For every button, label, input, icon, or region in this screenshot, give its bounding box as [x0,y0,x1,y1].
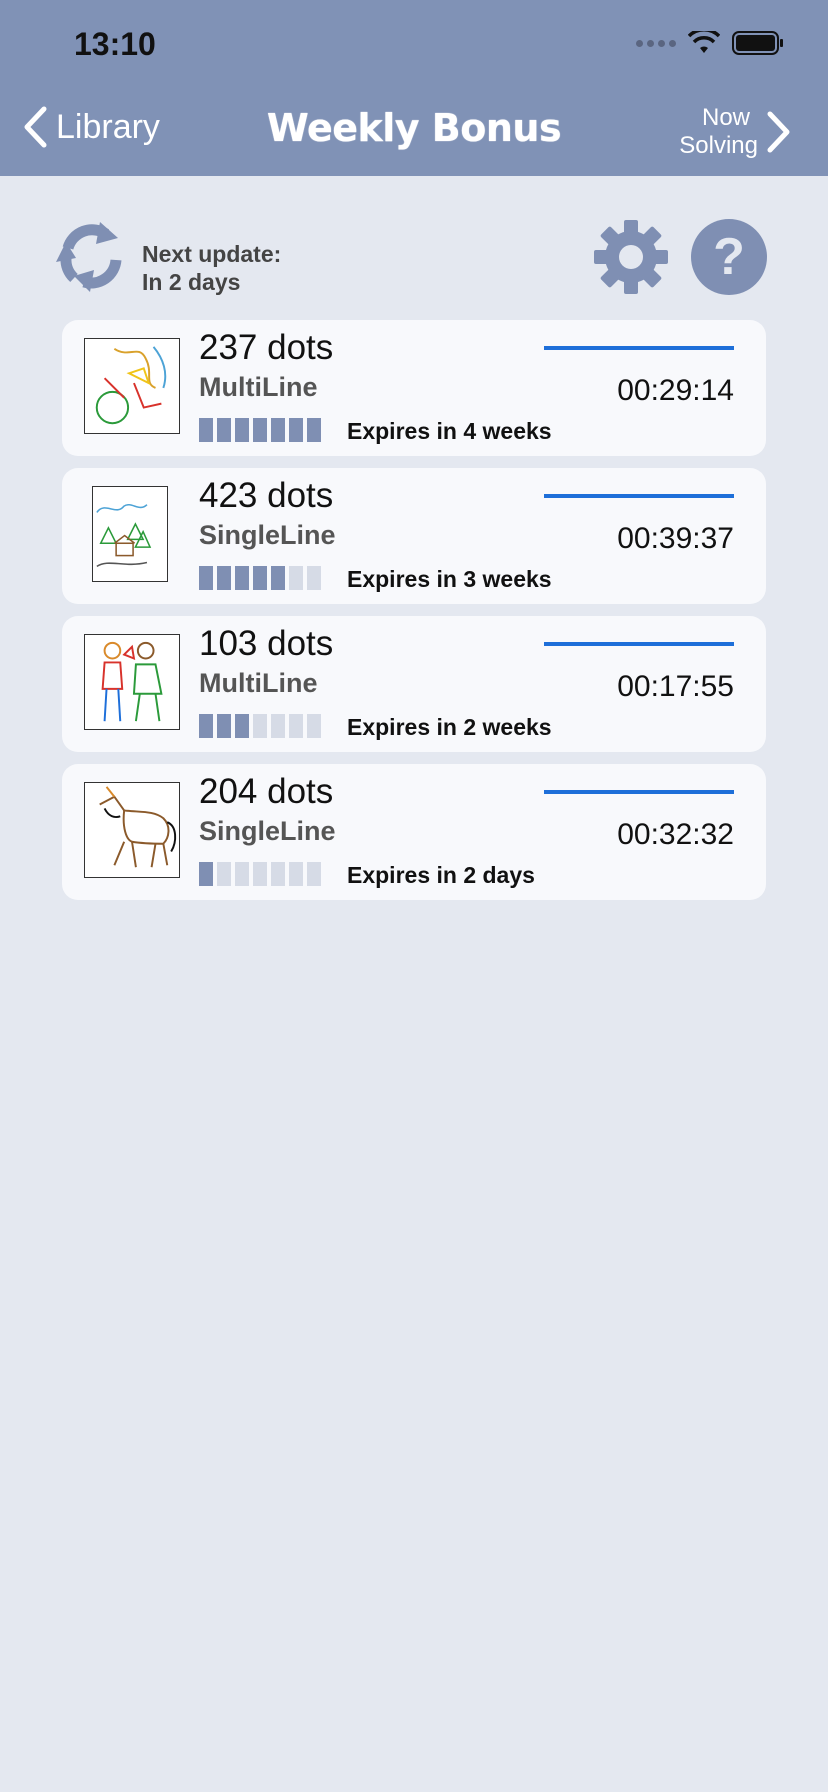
expiry-segment [235,418,249,442]
puzzle-card[interactable]: 204 dots SingleLine 00:32:32 Expires in … [62,764,766,900]
expires-text: Expires in 3 weeks [347,566,552,592]
expires-text: Expires in 4 weeks [347,418,552,444]
solve-time: 00:32:32 [617,818,734,851]
toolbar: Next update: In 2 days ? [54,218,768,296]
next-update-value: In 2 days [142,269,241,295]
status-time: 13:10 [74,26,156,62]
expiry-meter [199,714,321,738]
expiry-segment [199,566,213,590]
wifi-icon [688,31,720,53]
help-icon[interactable]: ? [690,218,768,296]
puzzle-mode: SingleLine [199,520,336,550]
expiry-segment [199,862,213,886]
puzzle-card[interactable]: 237 dots MultiLine 00:29:14 Expires in 4… [62,320,766,456]
solve-time: 00:17:55 [617,670,734,703]
expiry-meter [199,418,321,442]
expiry-segment [199,418,213,442]
puzzle-thumbnail [84,782,180,878]
expiry-segment [289,566,303,590]
expiry-segment [235,566,249,590]
expiry-segment [271,418,285,442]
expiry-segment [307,418,321,442]
expiry-segment [235,862,249,886]
expires-text: Expires in 2 days [347,862,535,888]
now-solving-line1: Now [701,104,750,131]
solve-time: 00:39:37 [617,522,734,555]
expiry-segment [289,418,303,442]
dot-count: 204 dots [199,772,334,811]
expiry-segment [289,862,303,886]
puzzle-card[interactable]: 423 dots SingleLine 00:39:37 Expires in … [62,468,766,604]
chevron-right-icon [767,111,790,153]
expiry-segment [253,418,267,442]
next-update-text: Next update: In 2 days [142,240,281,296]
expiry-segment [253,714,267,738]
expiry-segment [253,566,267,590]
next-update-label: Next update: [142,241,282,267]
status-icons [636,30,784,56]
puzzle-thumbnail [84,634,180,730]
progress-line [544,790,734,794]
puzzle-mode: MultiLine [199,668,318,698]
puzzle-mode: SingleLine [199,816,336,846]
expiry-segment [217,714,231,738]
nav-bar: 13:10 Library Weekly Bonus Now Solving [0,0,828,176]
expiry-segment [307,862,321,886]
svg-text:?: ? [713,228,745,286]
dot-count: 423 dots [199,476,334,515]
expiry-segment [217,566,231,590]
puzzle-thumbnail [92,486,168,582]
solve-time: 00:29:14 [617,374,734,407]
now-solving-button[interactable]: Now Solving [679,104,792,160]
expiry-segment [307,566,321,590]
puzzle-card[interactable]: 103 dots MultiLine 00:17:55 Expires in 2… [62,616,766,752]
expiry-segment [271,862,285,886]
dot-count: 103 dots [199,624,334,663]
expiry-segment [235,714,249,738]
expiry-segment [307,714,321,738]
expiry-meter [199,862,321,886]
progress-line [544,494,734,498]
expiry-segment [289,714,303,738]
progress-line [544,346,734,350]
puzzle-thumbnail [84,338,180,434]
battery-icon [732,31,783,55]
puzzle-list: 237 dots MultiLine 00:29:14 Expires in 4… [62,320,766,912]
now-solving-line2: Solving [679,132,758,159]
expiry-segment [253,862,267,886]
expiry-segment [271,566,285,590]
signal-icon [636,39,676,47]
gear-icon[interactable] [592,218,670,296]
dot-count: 237 dots [199,328,334,367]
expiry-segment [217,862,231,886]
progress-line [544,642,734,646]
puzzle-mode: MultiLine [199,372,318,402]
expires-text: Expires in 2 weeks [347,714,552,740]
refresh-icon[interactable] [54,220,128,294]
expiry-segment [217,418,231,442]
expiry-segment [271,714,285,738]
expiry-meter [199,566,321,590]
expiry-segment [199,714,213,738]
